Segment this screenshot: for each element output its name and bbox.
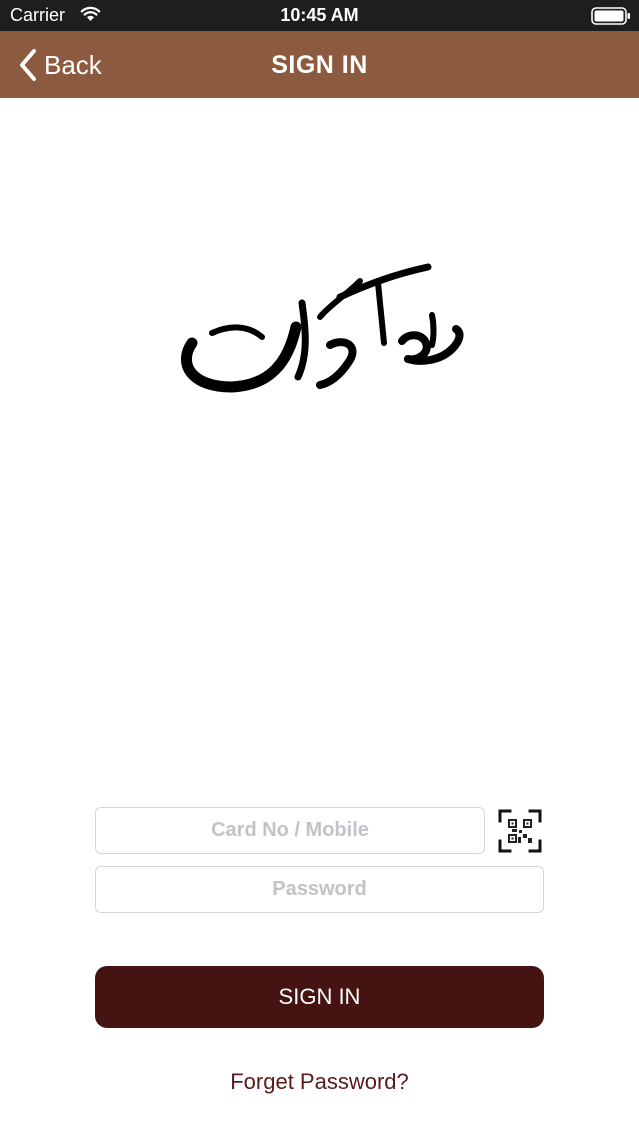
password-input[interactable]	[95, 866, 544, 913]
qr-code-icon[interactable]	[498, 809, 542, 853]
status-time: 10:45 AM	[280, 5, 359, 25]
page-title: SIGN IN	[271, 51, 368, 79]
calligraphy-logo	[181, 263, 464, 393]
sign-in-button[interactable]: SIGN IN	[95, 966, 544, 1028]
card-number-input[interactable]	[95, 807, 485, 854]
navigation-bar: Back SIGN IN	[0, 31, 639, 98]
status-bar: Carrier 10:45 AM	[0, 0, 639, 31]
forgot-password-link[interactable]: Forget Password?	[0, 1069, 639, 1095]
battery-icon	[591, 7, 630, 25]
